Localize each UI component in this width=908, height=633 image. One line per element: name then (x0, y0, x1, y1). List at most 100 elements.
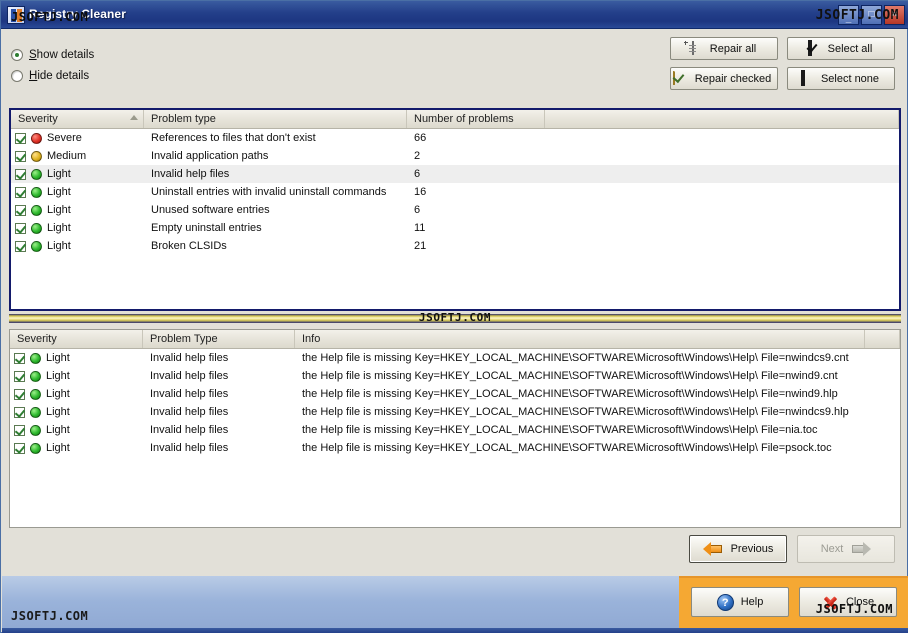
next-button: Next (797, 535, 895, 563)
severity-label: Light (46, 388, 70, 400)
cell-count: 21 (414, 240, 427, 252)
severity-light-icon (31, 240, 42, 252)
cell-info: the Help file is missing Key=HKEY_LOCAL_… (302, 370, 838, 382)
cell-problem-type: Invalid application paths (151, 150, 269, 162)
detail-column-header-problem-type[interactable]: Problem Type (143, 330, 295, 348)
cell-severity: Severe (11, 129, 144, 147)
table-row[interactable]: Light Invalid help files the Help file is … (10, 439, 900, 457)
table-row[interactable]: Light Broken CLSIDs 21 (11, 237, 899, 255)
detail-column-header-info[interactable]: Info (295, 330, 865, 348)
severity-light-icon (31, 168, 42, 180)
summary-grid-body: Severe References to files that don't exi… (11, 129, 899, 255)
severity-label: Light (47, 240, 71, 252)
select-all-button[interactable]: Select all (787, 37, 895, 60)
radio-hide-details[interactable]: Hide details (11, 66, 94, 85)
severity-label: Severe (47, 132, 82, 144)
severity-severe-icon (31, 132, 42, 144)
select-none-label: Select none (820, 72, 880, 85)
table-row[interactable]: Light Invalid help files 6 (11, 165, 899, 183)
table-row[interactable]: Light Invalid help files the Help file is … (10, 421, 900, 439)
row-checkbox[interactable] (15, 186, 26, 198)
cell-severity: Light (11, 201, 144, 219)
help-icon (716, 593, 734, 611)
repair-checked-button[interactable]: Repair checked (670, 67, 778, 90)
window-controls: _ □ ✕ (838, 5, 905, 25)
column-header-problem-type[interactable]: Problem type (144, 110, 407, 128)
cell-problem-type: Invalid help files (150, 352, 229, 364)
table-row[interactable]: Light Invalid help files the Help file is … (10, 349, 900, 367)
help-button[interactable]: Help (691, 587, 789, 617)
arrow-right-icon (851, 542, 872, 556)
summary-grid[interactable]: Severity Problem type Number of problems… (9, 108, 901, 311)
radio-show-details[interactable]: Show details (11, 45, 94, 64)
cell-info: the Help file is missing Key=HKEY_LOCAL_… (302, 352, 849, 364)
row-checkbox[interactable] (15, 132, 26, 144)
row-checkbox[interactable] (14, 370, 25, 382)
cell-count: 16 (414, 186, 427, 198)
cell-problem-type: Invalid help files (150, 370, 229, 382)
severity-label: Light (46, 442, 70, 454)
row-checkbox[interactable] (14, 406, 25, 418)
cell-severity: Light (10, 385, 143, 403)
cell-severity: Light (11, 237, 144, 255)
severity-light-icon (31, 222, 42, 234)
action-button-group: Repair all Select all Repair checked Sel… (670, 37, 895, 90)
severity-label: Light (47, 222, 71, 234)
table-row[interactable]: Medium Invalid application paths 2 (11, 147, 899, 165)
table-row[interactable]: Light Invalid help files the Help file is … (10, 403, 900, 421)
severity-label: Light (46, 352, 70, 364)
table-row[interactable]: Light Unused software entries 6 (11, 201, 899, 219)
title-bar: Registry Cleaner _ □ ✕ (1, 1, 908, 29)
cell-severity: Light (10, 421, 143, 439)
detail-grid[interactable]: Severity Problem Type Info Light Invalid … (9, 329, 901, 528)
close-icon: ✕ (890, 9, 899, 20)
help-label: Help (740, 596, 764, 608)
cell-problem-type: References to files that don't exist (151, 132, 316, 144)
row-checkbox[interactable] (15, 204, 26, 216)
row-checkbox[interactable] (15, 222, 26, 234)
watermark-middle: JSOFTJ.COM (418, 311, 492, 324)
column-header-severity[interactable]: Severity (11, 110, 144, 128)
row-checkbox[interactable] (14, 388, 25, 400)
severity-label: Light (46, 406, 70, 418)
row-checkbox[interactable] (14, 442, 25, 454)
row-checkbox[interactable] (15, 240, 26, 252)
cell-problem-type: Unused software entries (151, 204, 270, 216)
detail-column-header-severity[interactable]: Severity (10, 330, 143, 348)
radio-hide-details-indicator (11, 69, 23, 82)
detail-grid-header: Severity Problem Type Info (10, 330, 900, 349)
column-header-number-of-problems[interactable]: Number of problems (407, 110, 545, 128)
table-row[interactable]: Severe References to files that don't exi… (11, 129, 899, 147)
previous-button[interactable]: Previous (689, 535, 787, 563)
footer-bottom-strip (2, 628, 908, 633)
close-window-button[interactable]: ✕ (884, 5, 905, 25)
row-checkbox[interactable] (15, 168, 26, 180)
severity-light-icon (30, 370, 41, 382)
severity-light-icon (30, 388, 41, 400)
column-header-problem-type-label: Problem type (151, 113, 216, 125)
repair-all-label: Repair all (709, 42, 757, 55)
select-none-button[interactable]: Select none (787, 67, 895, 90)
table-row[interactable]: Light Invalid help files the Help file is … (10, 367, 900, 385)
column-header-number-label: Number of problems (414, 113, 514, 125)
table-row[interactable]: Light Uninstall entries with invalid unin… (11, 183, 899, 201)
table-row[interactable]: Light Invalid help files the Help file is … (10, 385, 900, 403)
row-checkbox[interactable] (14, 424, 25, 436)
detail-column-header-info-label: Info (302, 333, 321, 345)
radio-hide-details-label: Hide details (29, 69, 90, 82)
detail-grid-body: Light Invalid help files the Help file is … (10, 349, 900, 457)
row-checkbox[interactable] (15, 150, 26, 162)
row-checkbox[interactable] (14, 352, 25, 364)
repair-all-button[interactable]: Repair all (670, 37, 778, 60)
severity-light-icon (30, 442, 41, 454)
maximize-button[interactable]: □ (861, 5, 882, 25)
details-option-group: Show details Hide details (11, 45, 94, 87)
select-all-label: Select all (827, 42, 873, 55)
cell-count: 66 (414, 132, 427, 144)
cell-count: 11 (414, 222, 426, 234)
checkbox-checked-icon (806, 39, 822, 56)
table-row[interactable]: Light Empty uninstall entries 11 (11, 219, 899, 237)
next-label: Next (820, 543, 844, 555)
close-button[interactable]: Close (799, 587, 897, 617)
minimize-button[interactable]: _ (838, 5, 859, 25)
